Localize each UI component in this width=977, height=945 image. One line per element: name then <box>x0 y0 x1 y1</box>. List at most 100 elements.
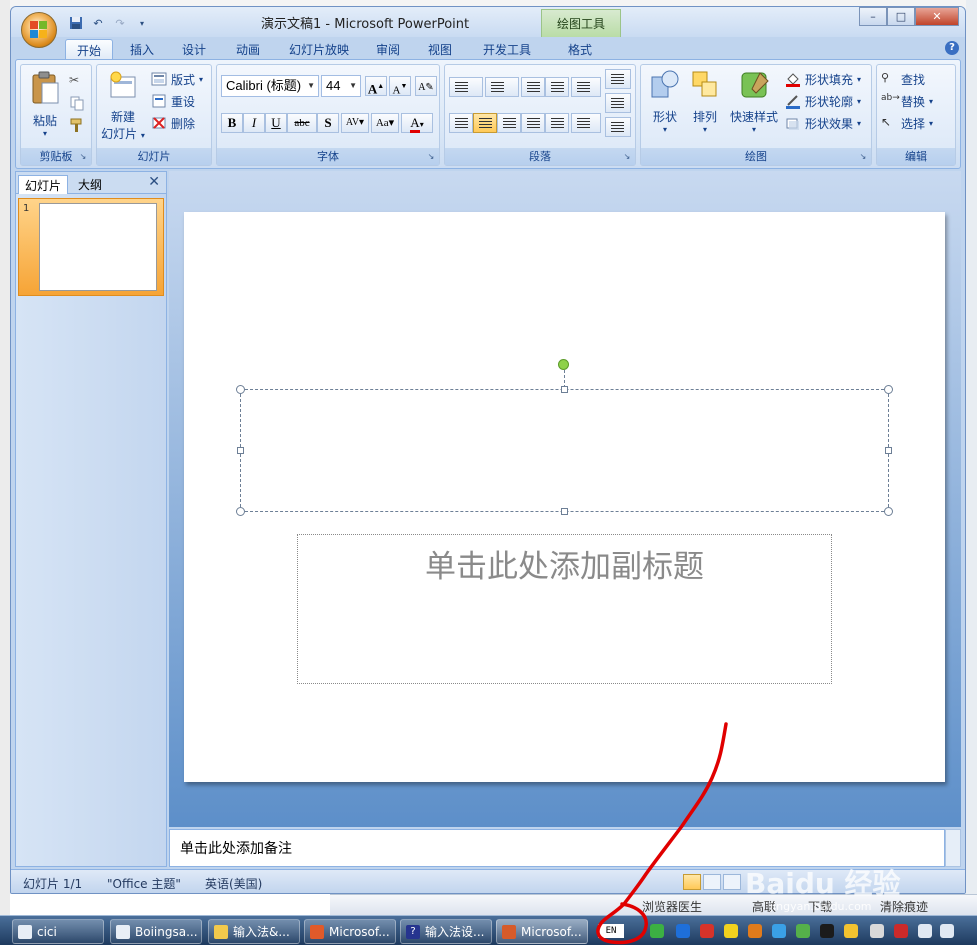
rotation-handle[interactable] <box>558 359 569 370</box>
tab-developer[interactable]: 开发工具 <box>471 39 543 59</box>
help-icon[interactable]: ? <box>945 41 959 55</box>
tab-review[interactable]: 审阅 <box>365 39 411 59</box>
grow-font-button[interactable]: A▲ <box>365 76 387 96</box>
tray-icon-qq[interactable] <box>820 924 834 938</box>
underline-button[interactable]: U <box>265 113 287 133</box>
layout-dropdown-icon[interactable]: ▾ <box>199 75 203 84</box>
font-size-select[interactable]: 44 ▼ <box>321 75 361 97</box>
new-slide-button[interactable]: 新建 幻灯片 ▾ <box>101 71 145 142</box>
new-slide-dropdown-icon[interactable]: ▾ <box>141 131 145 140</box>
shadow-button[interactable]: S <box>317 113 339 133</box>
slide-thumbnail-row[interactable]: 1 <box>18 198 164 296</box>
format-painter-button[interactable] <box>69 115 85 135</box>
tab-animations[interactable]: 动画 <box>223 39 273 59</box>
taskbar-item-ime-settings[interactable]: ? 输入法设... <box>400 919 492 944</box>
tray-icon-antivirus[interactable] <box>700 924 714 938</box>
taskbar-item-powerpoint[interactable]: Microsof... <box>496 919 588 944</box>
tray-icon-flag[interactable] <box>894 924 908 938</box>
slide-thumbnail[interactable] <box>39 203 157 291</box>
shape-effects-button[interactable]: 形状效果 ▾ <box>785 113 861 133</box>
change-case-button[interactable]: Aa▾ <box>371 113 399 133</box>
resize-handle-right[interactable] <box>885 447 892 454</box>
title-placeholder[interactable] <box>236 385 893 516</box>
notes-scrollbar[interactable] <box>945 829 961 867</box>
paste-button[interactable]: 粘贴 ▾ <box>27 71 63 138</box>
text-direction-button[interactable] <box>605 69 631 89</box>
layout-button[interactable]: 版式 ▾ <box>151 69 203 89</box>
reset-button[interactable]: 重设 <box>151 91 195 111</box>
taskbar-item-folder[interactable]: 输入法&... <box>208 919 300 944</box>
resize-handle-top[interactable] <box>561 386 568 393</box>
resize-handle-bottom[interactable] <box>561 508 568 515</box>
strikethrough-button[interactable]: abc <box>287 113 317 133</box>
tab-slideshow[interactable]: 幻灯片放映 <box>279 39 359 59</box>
align-center-button[interactable] <box>473 113 497 133</box>
undo-icon[interactable]: ↶ <box>89 15 107 31</box>
increase-indent-button[interactable] <box>545 77 569 97</box>
resize-handle-bottom-right[interactable] <box>884 507 893 516</box>
tray-icon-chat[interactable] <box>796 924 810 938</box>
customize-qat-icon[interactable]: ▾ <box>133 15 151 31</box>
tab-design[interactable]: 设计 <box>171 39 217 59</box>
quick-styles-button[interactable]: 快速样式 ▾ <box>725 69 783 134</box>
align-right-button[interactable] <box>497 113 521 133</box>
tab-view[interactable]: 视图 <box>417 39 463 59</box>
save-icon[interactable] <box>67 15 85 31</box>
font-name-select[interactable]: Calibri (标题) ▼ <box>221 75 319 97</box>
justify-button[interactable] <box>521 113 545 133</box>
cut-button[interactable]: ✂ <box>69 71 85 91</box>
slideshow-view-button[interactable] <box>723 874 741 890</box>
status-language[interactable]: 英语(美国) <box>205 875 262 892</box>
bold-button[interactable]: B <box>221 113 243 133</box>
bullets-button[interactable] <box>449 77 483 97</box>
paragraph-launcher-icon[interactable]: ↘ <box>622 152 632 162</box>
drawing-launcher-icon[interactable]: ↘ <box>858 152 868 162</box>
arrange-button[interactable]: 排列 ▾ <box>687 69 723 134</box>
resize-handle-bottom-left[interactable] <box>236 507 245 516</box>
slide-sorter-view-button[interactable] <box>703 874 721 890</box>
arrange-dropdown-icon[interactable]: ▾ <box>687 125 723 134</box>
tab-insert[interactable]: 插入 <box>119 39 165 59</box>
tab-home[interactable]: 开始 <box>65 39 113 59</box>
taskbar-item-cici[interactable]: cici <box>12 919 104 944</box>
tray-icon-network[interactable] <box>650 924 664 938</box>
tab-slides-pane[interactable]: 幻灯片 <box>18 175 69 194</box>
tray-icon-app[interactable] <box>748 924 762 938</box>
taskbar-item-boiingsa[interactable]: Boiingsa... <box>110 919 202 944</box>
delete-slide-button[interactable]: 删除 <box>151 113 195 133</box>
pane-close-icon[interactable]: ✕ <box>148 174 160 190</box>
paste-dropdown-icon[interactable]: ▾ <box>27 129 63 138</box>
replace-button[interactable]: ab→ 替换 ▾ <box>881 91 933 111</box>
browser-doctor-item[interactable]: 浏览器医生 <box>642 898 702 915</box>
language-indicator[interactable]: EN <box>598 924 624 938</box>
close-button[interactable]: ✕ <box>915 7 959 26</box>
line-spacing-button[interactable] <box>571 77 601 97</box>
convert-to-smartart-button[interactable] <box>605 117 631 137</box>
subtitle-placeholder[interactable]: 单击此处添加副标题 <box>297 534 832 684</box>
maximize-button[interactable]: □ <box>887 7 915 26</box>
taskbar-item-word[interactable]: Microsof... <box>304 919 396 944</box>
shape-outline-button[interactable]: 形状轮廓 ▾ <box>785 91 861 111</box>
resize-handle-top-left[interactable] <box>236 385 245 394</box>
copy-button[interactable] <box>69 93 85 113</box>
resize-handle-left[interactable] <box>237 447 244 454</box>
signal-icon[interactable] <box>918 924 932 938</box>
tray-icon-security[interactable] <box>676 924 690 938</box>
minimize-button[interactable]: – <box>859 7 887 26</box>
clipboard-launcher-icon[interactable]: ↘ <box>78 152 88 162</box>
decrease-indent-button[interactable] <box>521 77 545 97</box>
columns-button[interactable] <box>571 113 601 133</box>
volume-icon[interactable] <box>940 924 954 938</box>
shrink-font-button[interactable]: A▼ <box>389 76 411 96</box>
tab-format[interactable]: 格式 <box>555 39 605 59</box>
slide-canvas[interactable]: 单击此处添加副标题 <box>184 212 945 782</box>
tray-icon-plus[interactable] <box>724 924 738 938</box>
numbering-button[interactable] <box>485 77 519 97</box>
resize-handle-top-right[interactable] <box>884 385 893 394</box>
shape-fill-button[interactable]: 形状填充 ▾ <box>785 69 861 89</box>
shapes-button[interactable]: 形状 ▾ <box>647 69 683 134</box>
redo-icon[interactable]: ↷ <box>111 15 129 31</box>
shapes-dropdown-icon[interactable]: ▾ <box>647 125 683 134</box>
normal-view-button[interactable] <box>683 874 701 890</box>
tab-outline-pane[interactable]: 大纲 <box>72 175 108 194</box>
